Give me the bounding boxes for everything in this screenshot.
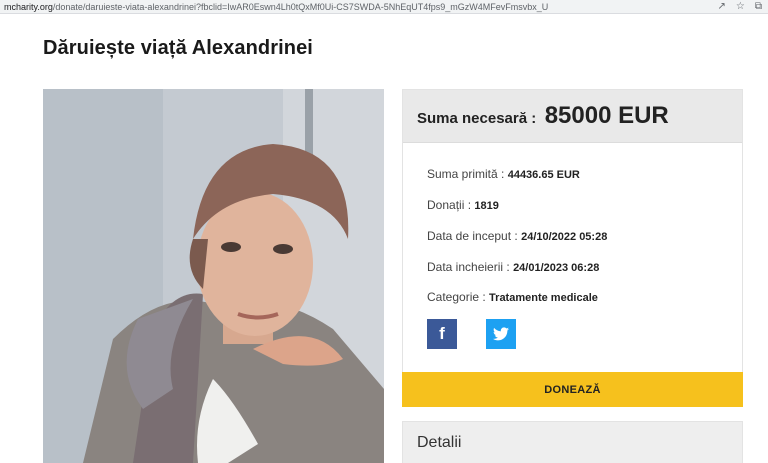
campaign-summary-card: Suma necesară : 85000 EUR Suma primită :… bbox=[402, 89, 743, 407]
twitter-share-button[interactable] bbox=[486, 319, 516, 349]
details-section: Detalii bbox=[402, 421, 743, 463]
end-date-label: Data incheierii : bbox=[427, 260, 510, 274]
category-value: Tratamente medicale bbox=[489, 292, 598, 304]
received-amount: 44436.65 EUR bbox=[507, 169, 580, 181]
donate-button[interactable]: DONEAZĂ bbox=[402, 372, 743, 407]
category-row: Categorie : Tratamente medicale bbox=[427, 290, 598, 304]
start-date-label: Data de inceput : bbox=[427, 229, 518, 243]
bookmark-star-icon[interactable]: ☆ bbox=[736, 1, 745, 13]
url-domain: mcharity.org bbox=[4, 2, 53, 12]
campaign-photo-image bbox=[43, 89, 384, 463]
goal-amount: 85000 EUR bbox=[544, 102, 669, 129]
start-date-value: 24/10/2022 05:28 bbox=[521, 231, 608, 243]
facebook-share-button[interactable]: f bbox=[427, 319, 457, 349]
campaign-photo bbox=[43, 89, 384, 463]
goal-label: Suma necesară : bbox=[417, 110, 537, 127]
goal-header: Suma necesară : 85000 EUR bbox=[403, 90, 742, 143]
start-date-row: Data de inceput : 24/10/2022 05:28 bbox=[427, 229, 607, 243]
facebook-icon: f bbox=[439, 324, 445, 343]
open-in-tab-icon[interactable]: ⧉ bbox=[755, 1, 762, 13]
twitter-icon bbox=[493, 327, 509, 341]
end-date-row: Data incheierii : 24/01/2023 06:28 bbox=[427, 260, 599, 274]
category-label: Categorie : bbox=[427, 290, 486, 304]
browser-address-bar[interactable]: mcharity.org/donate/daruieste-viata-alex… bbox=[0, 0, 768, 14]
donations-row: Donații : 1819 bbox=[427, 198, 499, 212]
donations-label: Donații : bbox=[427, 198, 472, 212]
page-title: Dăruiește viață Alexandrinei bbox=[43, 37, 313, 59]
share-page-icon[interactable]: ↗ bbox=[718, 1, 726, 13]
donations-count: 1819 bbox=[474, 200, 499, 212]
received-row: Suma primită : 44436.65 EUR bbox=[427, 167, 580, 181]
received-label: Suma primită : bbox=[427, 167, 505, 181]
end-date-value: 24/01/2023 06:28 bbox=[513, 262, 600, 274]
details-heading: Detalii bbox=[417, 434, 462, 451]
url-path: /donate/daruieste-viata-alexandrinei?fbc… bbox=[52, 2, 549, 12]
url-text[interactable]: mcharity.org/donate/daruieste-viata-alex… bbox=[4, 1, 704, 13]
